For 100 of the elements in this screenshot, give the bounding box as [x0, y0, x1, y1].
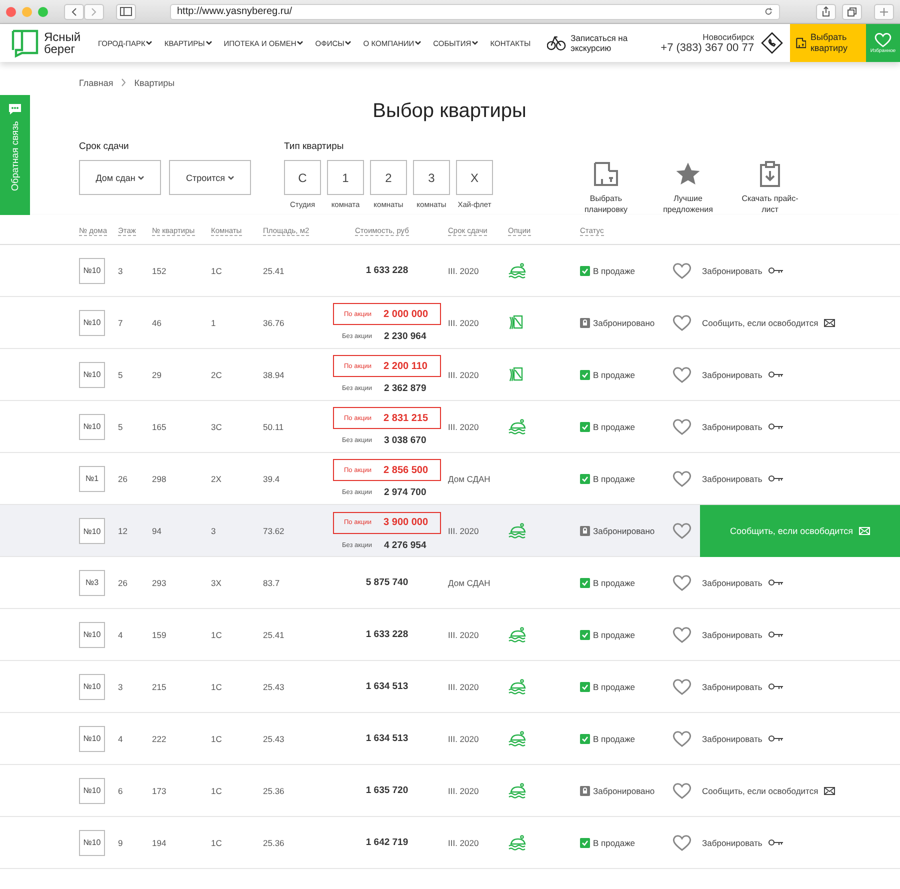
book-link[interactable]: Забронировать	[702, 266, 900, 276]
lock-icon	[580, 318, 590, 328]
term-dropdown[interactable]: Строится	[169, 160, 251, 195]
rooms-cell-text: 1	[211, 318, 217, 328]
area-cell-text: 36.76	[263, 318, 286, 328]
term-dropdown[interactable]: Дом сдан	[79, 160, 161, 195]
floor-cell-text: 4	[118, 734, 124, 744]
key-icon	[768, 475, 784, 482]
price-cell: 1 634 513	[366, 733, 408, 744]
share-button[interactable]	[816, 4, 836, 20]
heart-icon[interactable]	[672, 626, 692, 644]
heart-icon[interactable]	[672, 782, 692, 800]
rooms-cell-text: 2Х	[211, 474, 222, 484]
floor-cell-text: 12	[118, 526, 128, 536]
house-number: №10	[79, 778, 105, 804]
regular-price: 2 974 700	[384, 487, 426, 498]
book-link[interactable]: Забронировать	[702, 838, 900, 848]
heart-icon[interactable]	[672, 834, 692, 852]
page-title: Выбор квартиры	[372, 100, 528, 123]
check-icon	[580, 578, 590, 588]
city-label: Новосибирск	[702, 32, 754, 42]
address-bar[interactable]: http://www.yasnybereg.ru/	[170, 4, 780, 20]
check-icon	[580, 838, 590, 848]
status-text: В продаже	[593, 266, 636, 276]
status-text: В продаже	[593, 734, 636, 744]
new-tab-button[interactable]	[874, 4, 894, 20]
logo-text[interactable]: Ясный берег	[44, 31, 84, 55]
type-button[interactable]: Х	[456, 160, 493, 195]
filter-label: Срок сдачи	[79, 141, 130, 152]
book-link[interactable]: Забронировать	[702, 474, 900, 484]
logo-icon[interactable]	[10, 28, 40, 58]
quick-action-link[interactable]: Лучшие предложения	[647, 161, 729, 215]
floor-plan-icon	[593, 161, 619, 187]
breadcrumb-link[interactable]: Главная	[79, 78, 114, 88]
area-cell-text: 38.94	[263, 370, 286, 380]
regular-price: 3 038 670	[384, 435, 426, 446]
heart-icon[interactable]	[672, 418, 692, 436]
rooms-cell-text: 1С	[211, 266, 223, 276]
check-icon	[580, 266, 590, 276]
book-link[interactable]: Забронировать	[702, 630, 900, 640]
tabs-button[interactable]	[842, 4, 862, 20]
apartment-cell-text: 173	[152, 786, 168, 796]
promo-price: 2 000 000	[384, 308, 428, 320]
type-button[interactable]: 3	[413, 160, 450, 195]
book-link[interactable]: Забронировать	[702, 370, 900, 380]
area-cell-text: 25.41	[263, 630, 286, 640]
tour-link[interactable]: Записаться на экскурсию	[546, 24, 657, 62]
heart-icon[interactable]	[672, 574, 692, 592]
apartment-cell-text: 29	[152, 370, 162, 380]
status-text: В продаже	[593, 630, 636, 640]
rooms-cell-text: 1С	[211, 682, 223, 692]
heart-icon[interactable]	[672, 470, 692, 488]
chevron-icon	[121, 78, 126, 87]
notify-link[interactable]: Сообщить, если освободится	[702, 318, 900, 328]
key-icon	[768, 839, 784, 846]
status-text: В продаже	[593, 578, 636, 588]
book-link[interactable]: Забронировать	[702, 578, 900, 588]
heart-icon[interactable]	[672, 522, 692, 540]
book-link[interactable]: Забронировать	[702, 422, 900, 432]
term-cell-text: III. 2020	[448, 318, 480, 328]
promo-price: 2 200 110	[384, 360, 428, 372]
reload-icon[interactable]	[764, 7, 773, 16]
rooms-cell-text: 3Х	[211, 578, 222, 588]
key-icon	[768, 371, 784, 378]
sidebar-button[interactable]	[116, 4, 136, 20]
regular-price: 2 230 964	[384, 331, 426, 342]
mail-icon	[859, 527, 870, 535]
heart-icon[interactable]	[672, 678, 692, 696]
rooms-cell-text: 1С	[211, 630, 223, 640]
house-number: №10	[79, 414, 105, 440]
book-link[interactable]: Забронировать	[702, 682, 900, 692]
back-button[interactable]	[64, 4, 84, 20]
quick-action-link[interactable]: Выбрать планировку	[565, 161, 647, 215]
book-link[interactable]: Забронировать	[702, 734, 900, 744]
notify-link[interactable]: Сообщить, если освободится	[702, 786, 900, 796]
floor-cell-text: 6	[118, 786, 124, 796]
key-icon	[768, 631, 784, 638]
caret-icon	[228, 176, 234, 180]
phone-number[interactable]: +7 (383) 367 00 77	[660, 42, 754, 54]
bicycle-icon	[546, 34, 566, 52]
house-number: №1	[79, 466, 105, 492]
zoom-button[interactable]	[38, 6, 48, 16]
status-text: В продаже	[593, 370, 636, 380]
rooms-cell-text: 1С	[211, 734, 223, 744]
heart-icon[interactable]	[672, 730, 692, 748]
type-button[interactable]: С	[284, 160, 321, 195]
phone-icon[interactable]	[760, 32, 783, 54]
heart-icon[interactable]	[672, 262, 692, 280]
quick-action-link[interactable]: Скачать прайс-лист	[729, 161, 811, 215]
price-cell: 1 634 513	[366, 681, 408, 692]
key-icon	[768, 735, 784, 742]
heart-icon[interactable]	[672, 314, 692, 332]
term-cell-text: III. 2020	[448, 682, 480, 692]
close-button[interactable]	[6, 6, 16, 16]
house-number: №10	[79, 830, 105, 856]
status-text: В продаже	[593, 682, 636, 692]
type-button[interactable]: 1	[327, 160, 364, 195]
type-button[interactable]: 2	[370, 160, 407, 195]
choose-apartment-button[interactable]: Выбрать квартиру	[790, 24, 866, 62]
heart-icon[interactable]	[672, 366, 692, 384]
